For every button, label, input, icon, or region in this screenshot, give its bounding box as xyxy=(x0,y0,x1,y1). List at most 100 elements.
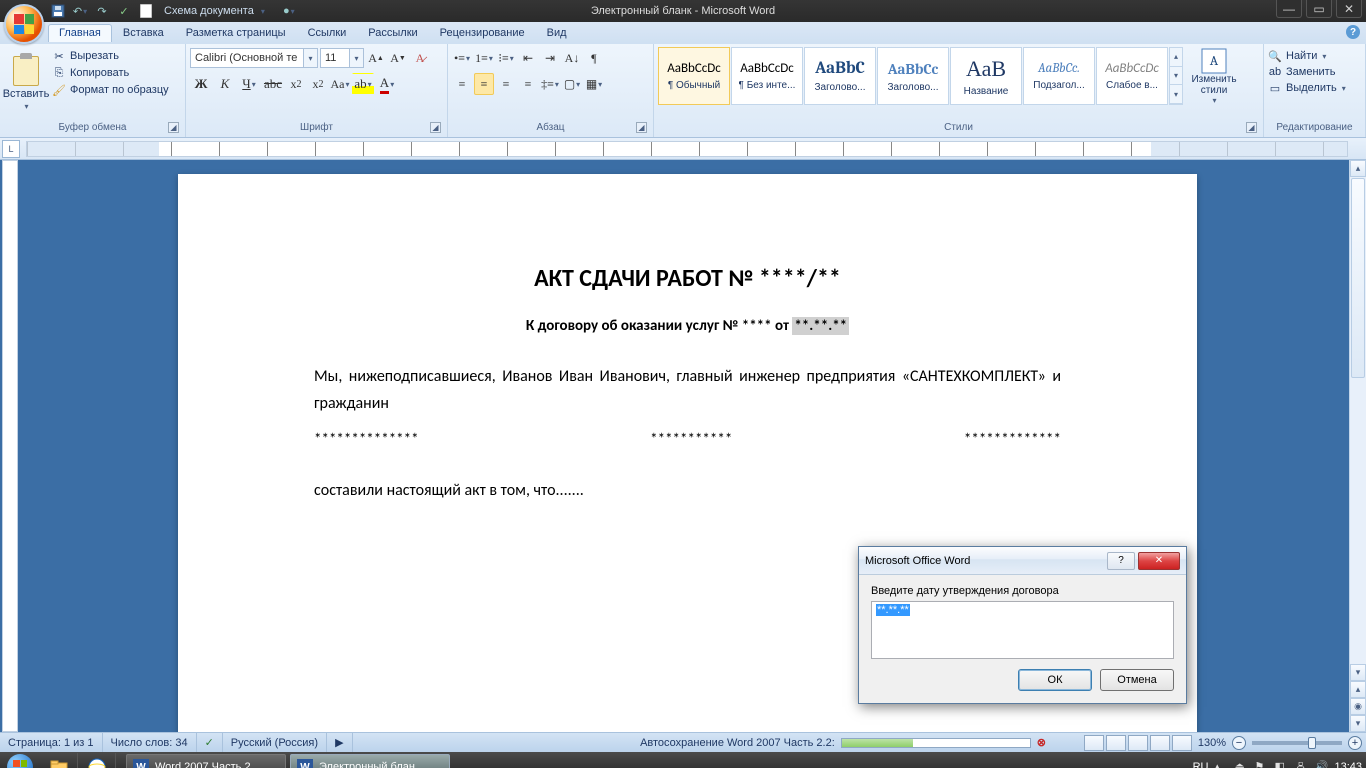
dialog-cancel-button[interactable]: Отмена xyxy=(1100,669,1174,691)
copy-button[interactable]: ⎘Копировать xyxy=(52,66,169,80)
check-icon[interactable]: ✓ xyxy=(116,3,132,19)
dialog-ok-button[interactable]: ОК xyxy=(1018,669,1092,691)
bold-button[interactable]: Ж xyxy=(190,73,212,95)
font-size-combo[interactable]: 11▾ xyxy=(320,48,364,68)
style-scroll[interactable]: ▴▾▾ xyxy=(1169,47,1183,105)
style-scroll-down[interactable]: ▾ xyxy=(1170,67,1182,86)
bullets-button[interactable]: •≡▾ xyxy=(452,47,472,69)
font-dialog-launcher[interactable]: ◢ xyxy=(430,122,441,133)
align-center-button[interactable]: ≡ xyxy=(474,73,494,95)
dialog-input[interactable]: **.**.** xyxy=(871,601,1174,659)
prev-page-button[interactable]: ▴ xyxy=(1350,681,1366,698)
start-button[interactable] xyxy=(0,752,40,768)
minimize-button[interactable]: ― xyxy=(1276,0,1302,18)
format-painter-button[interactable]: 🖌Формат по образцу xyxy=(52,83,169,97)
status-language[interactable]: Русский (Россия) xyxy=(223,733,327,752)
scroll-up-button[interactable]: ▴ xyxy=(1350,160,1366,177)
status-proof[interactable]: ✓ xyxy=(197,733,223,752)
view-outline[interactable] xyxy=(1150,735,1170,751)
tab-insert[interactable]: Вставка xyxy=(112,24,175,42)
pin-explorer[interactable] xyxy=(40,753,78,768)
dialog-titlebar[interactable]: Microsoft Office Word ? ✕ xyxy=(859,547,1186,575)
vertical-scrollbar[interactable]: ▴ ▾ ▴ ◉ ▾ xyxy=(1349,160,1366,732)
tray-safe-icon[interactable]: ⏏ xyxy=(1234,760,1248,768)
superscript-button[interactable]: x2 xyxy=(308,73,328,95)
browse-object-button[interactable]: ◉ xyxy=(1350,698,1366,715)
tab-selector[interactable]: L xyxy=(2,140,20,158)
grow-font-button[interactable]: A▲ xyxy=(366,47,386,69)
tray-lang[interactable]: RU xyxy=(1193,761,1209,768)
styles-dialog-launcher[interactable]: ◢ xyxy=(1246,122,1257,133)
numbering-button[interactable]: 1≡▾ xyxy=(474,47,494,69)
doc-date-field[interactable]: **.**.** xyxy=(792,317,849,335)
scroll-thumb[interactable] xyxy=(1351,178,1365,378)
underline-button[interactable]: Ч▾ xyxy=(238,73,260,95)
paragraph-dialog-launcher[interactable]: ◢ xyxy=(636,122,647,133)
font-family-combo[interactable]: Calibri (Основной те▾ xyxy=(190,48,318,68)
style-item-4[interactable]: АаВНазвание xyxy=(950,47,1022,105)
change-case-button[interactable]: Aa▾ xyxy=(330,73,350,95)
scroll-down-button[interactable]: ▾ xyxy=(1350,664,1366,681)
inc-indent-button[interactable]: ⇥ xyxy=(540,47,560,69)
align-left-button[interactable]: ≡ xyxy=(452,73,472,95)
status-words[interactable]: Число слов: 34 xyxy=(103,733,197,752)
shading-button[interactable]: ▢▾ xyxy=(562,73,582,95)
shrink-font-button[interactable]: A▼ xyxy=(388,47,408,69)
sort-button[interactable]: A↓ xyxy=(562,47,582,69)
pin-browser[interactable] xyxy=(78,753,116,768)
paste-button[interactable]: Вставить ▾ xyxy=(4,47,48,119)
find-button[interactable]: 🔍Найти▾ xyxy=(1268,49,1326,63)
redo-icon[interactable]: ↷ xyxy=(94,3,110,19)
undo-icon[interactable]: ↶▾ xyxy=(72,3,88,19)
taskbar-item-1[interactable]: WWord 2007 Часть 2.... xyxy=(126,754,286,768)
borders-button[interactable]: ▦▾ xyxy=(584,73,604,95)
docmap-label[interactable]: Схема документа xyxy=(164,5,254,17)
select-button[interactable]: ▭Выделить▾ xyxy=(1268,81,1346,95)
office-button[interactable] xyxy=(4,4,44,44)
zoom-slider[interactable] xyxy=(1252,741,1342,745)
zoom-out-button[interactable]: − xyxy=(1232,736,1246,750)
tab-references[interactable]: Ссылки xyxy=(297,24,358,42)
tab-home[interactable]: Главная xyxy=(48,24,112,42)
save-icon[interactable] xyxy=(50,3,66,19)
tab-pagelayout[interactable]: Разметка страницы xyxy=(175,24,297,42)
qat-more-icon[interactable]: ●▾ xyxy=(281,3,297,19)
multilevel-button[interactable]: ⁝≡▾ xyxy=(496,47,516,69)
autosave-cancel-icon[interactable]: ⊗ xyxy=(1037,736,1046,749)
replace-button[interactable]: abЗаменить xyxy=(1268,65,1335,79)
change-styles-button[interactable]: AИзменитьстили▾ xyxy=(1189,47,1239,105)
maximize-button[interactable]: ▭ xyxy=(1306,0,1332,18)
style-item-2[interactable]: AaBbCЗаголово... xyxy=(804,47,876,105)
dec-indent-button[interactable]: ⇤ xyxy=(518,47,538,69)
line-spacing-button[interactable]: ‡≡▾ xyxy=(540,73,560,95)
status-macro[interactable]: ▶ xyxy=(327,733,352,752)
vertical-ruler[interactable] xyxy=(2,160,18,732)
style-item-5[interactable]: AaBbCc.Подзагол... xyxy=(1023,47,1095,105)
subscript-button[interactable]: x2 xyxy=(286,73,306,95)
tray-app-icon[interactable]: ◧ xyxy=(1274,760,1288,768)
style-scroll-up[interactable]: ▴ xyxy=(1170,48,1182,67)
zoom-value[interactable]: 130% xyxy=(1198,737,1226,749)
status-page[interactable]: Страница: 1 из 1 xyxy=(0,733,103,752)
view-draft[interactable] xyxy=(1172,735,1192,751)
next-page-button[interactable]: ▾ xyxy=(1350,715,1366,732)
tray-network-icon[interactable]: 🖧 xyxy=(1294,760,1308,768)
view-print-layout[interactable] xyxy=(1084,735,1104,751)
style-scroll-more[interactable]: ▾ xyxy=(1170,85,1182,104)
tray-sound-icon[interactable]: 🔊 xyxy=(1314,760,1328,768)
zoom-in-button[interactable]: + xyxy=(1348,736,1362,750)
strike-button[interactable]: abc xyxy=(262,73,284,95)
dialog-help-button[interactable]: ? xyxy=(1107,552,1135,570)
style-item-0[interactable]: AaBbCcDc¶ Обычный xyxy=(658,47,730,105)
tray-up-icon[interactable]: ▴ xyxy=(1214,760,1228,768)
clear-format-button[interactable]: A̷ xyxy=(410,47,430,69)
view-web-layout[interactable] xyxy=(1128,735,1148,751)
cut-button[interactable]: ✂Вырезать xyxy=(52,49,169,63)
doc-icon[interactable] xyxy=(138,3,154,19)
help-icon[interactable]: ? xyxy=(1346,25,1360,39)
taskbar-item-2[interactable]: WЭлектронный блан... xyxy=(290,754,450,768)
tray-clock[interactable]: 13:43 xyxy=(1334,761,1362,768)
horizontal-ruler[interactable] xyxy=(26,141,1348,157)
show-marks-button[interactable]: ¶ xyxy=(584,47,604,69)
tab-view[interactable]: Вид xyxy=(536,24,578,42)
